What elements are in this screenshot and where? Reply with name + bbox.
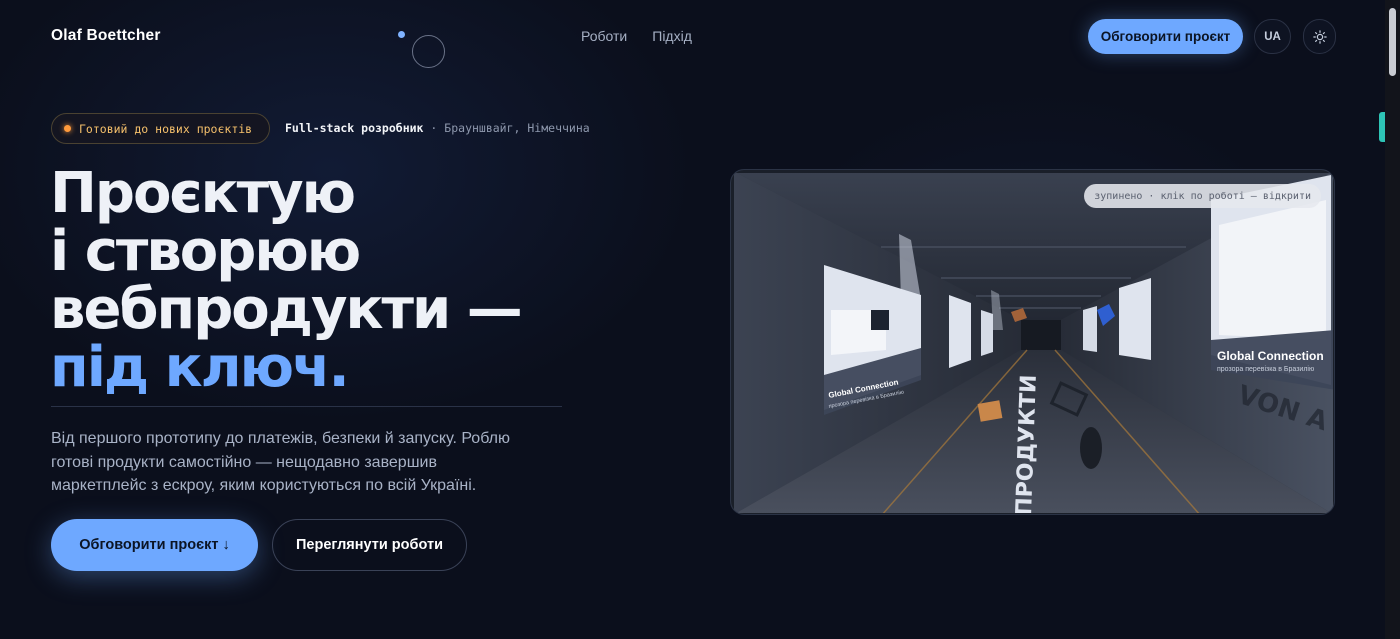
main-nav: Роботи Підхід	[581, 28, 692, 44]
hero-headline: Проєктую і створюю вебпродукти — під клю…	[50, 165, 610, 397]
language-switch-button[interactable]: UA	[1254, 19, 1291, 54]
floating-tire	[1080, 427, 1102, 469]
right-panel-title: Global Connection	[1217, 349, 1324, 363]
corridor-end	[1021, 320, 1061, 350]
sun-icon	[1312, 29, 1327, 44]
status-dot	[64, 125, 71, 132]
cursor-dot	[398, 31, 405, 38]
divider	[51, 406, 562, 407]
view-works-button[interactable]: Переглянути роботи	[272, 519, 467, 571]
header-cta-button[interactable]: Обговорити проєкт	[1088, 19, 1243, 54]
nav-link-approach[interactable]: Підхід	[652, 28, 692, 44]
scrollbar-track[interactable]	[1385, 0, 1400, 639]
gallery-3d-scene[interactable]: Global Connection прозора перевізка в Бр…	[730, 169, 1335, 515]
theme-toggle-button[interactable]	[1303, 19, 1336, 54]
headline-accent: під ключ.	[50, 335, 350, 400]
hero-description: Від першого прототипу до платежів, безпе…	[51, 430, 510, 494]
headline-line-2: і створюю	[50, 219, 361, 284]
logo[interactable]: Olaf Boettcher	[51, 27, 161, 45]
role-title: Full-stack розробник	[285, 121, 424, 135]
role-separator: ·	[430, 121, 438, 135]
floor-text: ПРОДУКТИ	[1012, 374, 1042, 515]
headline-line-3: вебпродукти —	[50, 277, 523, 342]
floating-box-orange	[977, 400, 1003, 422]
corridor-render: Global Connection прозора перевізка в Бр…	[731, 170, 1334, 515]
availability-text: Готовий до нових проєктів	[79, 121, 253, 136]
right-panel-subtitle: прозора перевізка в Бразилію	[1217, 365, 1314, 373]
headline-line-1: Проєктую	[50, 161, 356, 226]
role-line: Full-stack розробник · Брауншвайг, Німеч…	[285, 121, 590, 135]
cursor-ring	[412, 35, 445, 68]
location-text: Брауншвайг, Німеччина	[444, 121, 590, 135]
scrollbar-thumb[interactable]	[1389, 8, 1396, 76]
scene-status-tag: зупинено · клік по роботі — відкрити	[1084, 184, 1321, 208]
nav-link-works[interactable]: Роботи	[581, 28, 627, 44]
discuss-project-button[interactable]: Обговорити проєкт ↓	[51, 519, 258, 571]
availability-badge: Готовий до нових проєктів	[51, 113, 270, 144]
site-header: Olaf Boettcher Роботи Підхід Обговорити …	[0, 0, 1385, 72]
